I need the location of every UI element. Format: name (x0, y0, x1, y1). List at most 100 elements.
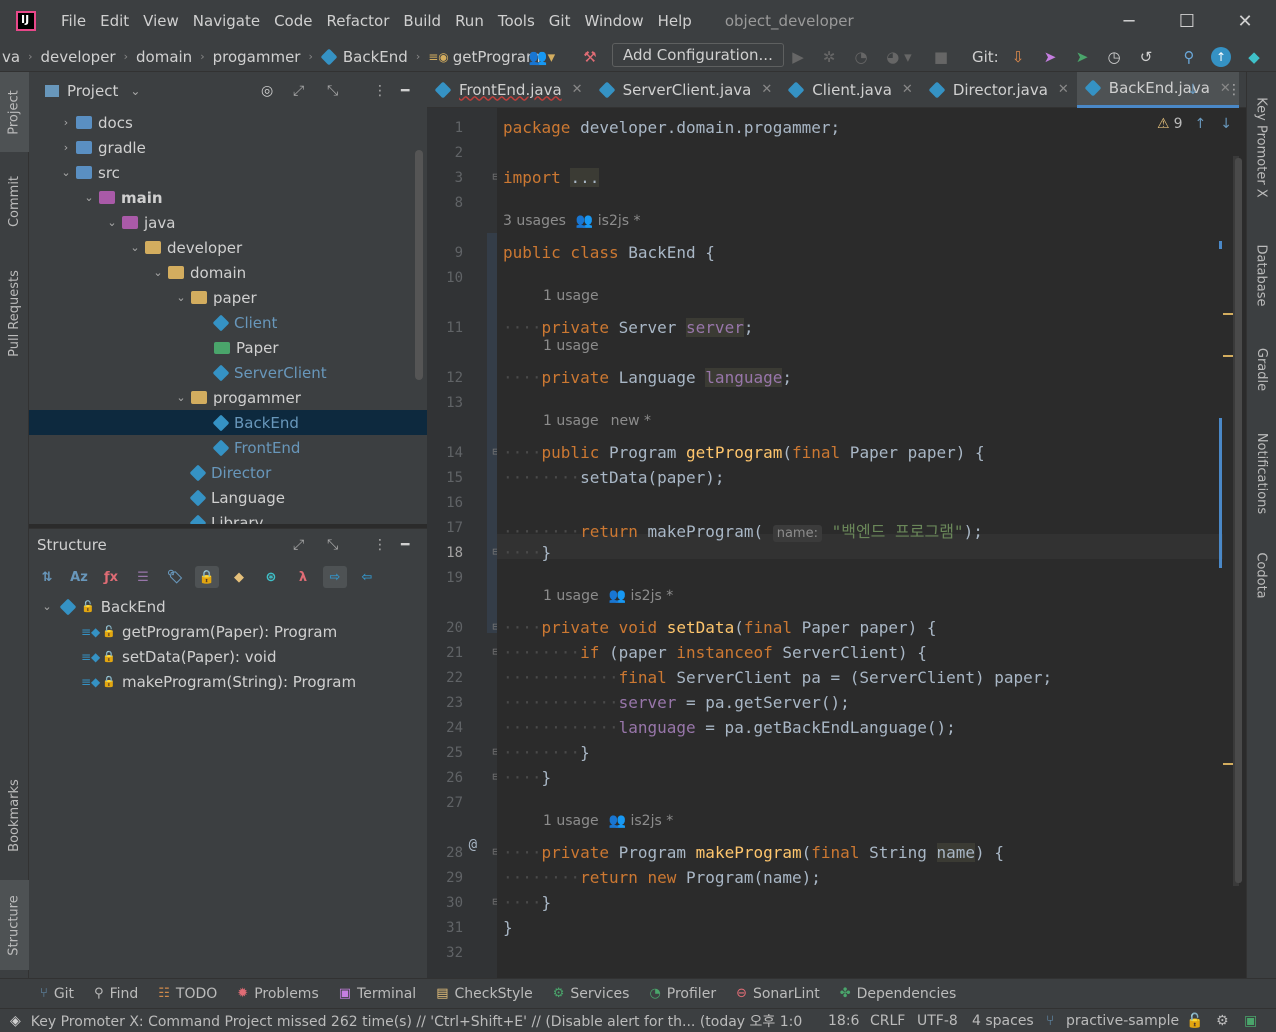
tool-codota[interactable]: Codota (1247, 540, 1276, 610)
menu-file[interactable]: File (54, 12, 93, 30)
sort-alpha-icon[interactable]: Az (67, 566, 91, 588)
locate-icon[interactable]: ◎ (261, 83, 273, 99)
tree-item[interactable]: ⌄ domain (29, 260, 427, 285)
stop-icon[interactable]: ■ (927, 44, 955, 70)
inherited-icon[interactable]: ⊛ (259, 566, 283, 588)
breadcrumb-item[interactable]: BackEnd (343, 48, 408, 66)
code-line[interactable]: ········setData(paper); (503, 468, 725, 487)
project-panel-title[interactable]: Project (67, 82, 118, 100)
tool-services[interactable]: ⚙ Services (553, 986, 630, 1002)
code-vision-hint[interactable]: 1 usage (543, 288, 599, 304)
tree-item[interactable]: Library (29, 510, 427, 524)
code-line[interactable]: ····public Program getProgram(final Pape… (503, 443, 985, 462)
code-line[interactable]: ············final ServerClient pa = (Ser… (503, 668, 1052, 687)
tool-project[interactable]: Project (0, 72, 29, 152)
debug-icon[interactable]: ✲ (815, 44, 843, 70)
users-dropdown-icon[interactable]: 👥▾ (524, 44, 560, 70)
sort-visibility-icon[interactable]: ⇅ (35, 566, 59, 588)
file-encoding[interactable]: UTF-8 (917, 1013, 958, 1029)
tree-item[interactable]: ⌄ developer (29, 235, 427, 260)
line-ending[interactable]: CRLF (870, 1013, 905, 1029)
chevron-down-icon[interactable]: ⌄ (130, 84, 140, 98)
code-vision-hint[interactable]: 3 usages 👥 is2js * (503, 213, 641, 229)
coverage-icon[interactable]: ◔ (847, 44, 875, 70)
menu-refactor[interactable]: Refactor (319, 12, 396, 30)
code-line[interactable]: ········return new Program(name); (503, 868, 821, 887)
code-line[interactable]: ········if (paper instanceof ServerClien… (503, 643, 927, 662)
tool-structure[interactable]: Structure (0, 880, 29, 970)
tab-options-icon[interactable]: ⋮ (1227, 82, 1241, 98)
close-tab-icon[interactable]: ✕ (902, 82, 913, 97)
code-line[interactable]: public class BackEnd { (503, 243, 715, 262)
breadcrumb-item[interactable]: progammer (213, 48, 301, 66)
hammer-icon[interactable]: ⚒ (576, 44, 604, 70)
lambda-icon[interactable]: λ (291, 566, 315, 588)
code-vision-hint[interactable]: 1 usage (543, 338, 599, 354)
expand-all-icon[interactable]: ⤢ (293, 83, 304, 99)
tool-gradle[interactable]: Gradle (1247, 334, 1276, 404)
minimize-button[interactable]: ─ (1100, 0, 1158, 42)
code-line[interactable]: package developer.domain.progammer; (503, 118, 840, 137)
code-line[interactable]: ····private Language language; (503, 368, 792, 387)
tool-dependencies[interactable]: ✤ Dependencies (840, 986, 957, 1002)
tree-item[interactable]: FrontEnd (29, 435, 427, 460)
status-message[interactable]: Key Promoter X: Command Project missed 2… (31, 1011, 807, 1031)
editor-tab-active[interactable]: BackEnd.java ✕ (1076, 71, 1239, 108)
tool-commit[interactable]: Commit (0, 166, 29, 236)
menu-git[interactable]: Git (542, 12, 578, 30)
expand-arrow-icon[interactable]: ⌄ (125, 241, 145, 254)
close-tab-icon[interactable]: ✕ (761, 82, 772, 97)
codota-icon[interactable]: ◆ (1240, 44, 1268, 70)
expand-arrow-icon[interactable]: ⌄ (102, 216, 122, 229)
options-icon[interactable]: ⋮ (373, 83, 387, 99)
show-members-icon[interactable]: ☰ (131, 566, 155, 588)
tool-pull-requests[interactable]: Pull Requests (0, 258, 29, 368)
tree-item[interactable]: BackEnd (29, 410, 427, 435)
tag-icon[interactable]: 🏷 (163, 566, 187, 588)
menu-code[interactable]: Code (267, 12, 319, 30)
code-line[interactable]: ····private Program makeProgram(final St… (503, 843, 1004, 862)
indent-setting[interactable]: 4 spaces (972, 1013, 1034, 1029)
tool-sonarlint[interactable]: ⊖ SonarLint (736, 986, 820, 1002)
tree-item[interactable]: Director (29, 460, 427, 485)
tree-item[interactable]: ⌄ src (29, 160, 427, 185)
git-commit-icon[interactable]: ➤ (1036, 44, 1064, 70)
git-history-icon[interactable]: ◷ (1100, 44, 1128, 70)
expand-arrow-icon[interactable]: ⌄ (79, 191, 99, 204)
code-line[interactable]: } (503, 918, 513, 937)
structure-root[interactable]: ⌄ 🔓 BackEnd (29, 594, 427, 619)
tree-item[interactable]: › docs (29, 110, 427, 135)
tree-item[interactable]: Client (29, 310, 427, 335)
structure-member[interactable]: ≡◆ 🔒 makeProgram(String): Program (29, 669, 427, 694)
code-line[interactable]: ····private Server server; (503, 318, 753, 337)
add-configuration-button[interactable]: Add Configuration... (612, 43, 784, 67)
menu-window[interactable]: Window (577, 12, 650, 30)
codota-status-icon[interactable]: ▣ (1244, 1013, 1257, 1029)
vcs-change-marker[interactable] (487, 233, 497, 633)
settings-icon[interactable]: ⚙ (1216, 1013, 1229, 1029)
menu-build[interactable]: Build (396, 12, 448, 30)
options-icon[interactable]: ⋮ (373, 537, 387, 553)
maximize-button[interactable]: ☐ (1158, 0, 1216, 42)
code-line[interactable]: ····} (503, 543, 551, 562)
hide-panel-icon[interactable]: ━ (401, 83, 409, 99)
error-stripe[interactable] (1219, 156, 1239, 978)
git-push-icon[interactable]: ➤ (1068, 44, 1096, 70)
expand-arrow-icon[interactable]: › (56, 116, 76, 129)
tool-checkstyle[interactable]: ▤ CheckStyle (436, 986, 533, 1002)
next-highlight-icon[interactable]: ↓ (1220, 116, 1232, 132)
structure-member[interactable]: ≡◆ 🔓 getProgram(Paper): Program (29, 619, 427, 644)
expand-arrow-icon[interactable]: ⌄ (148, 266, 168, 279)
run-icon[interactable]: ▶ (784, 44, 812, 70)
show-non-public-icon[interactable]: 🔒 (195, 566, 219, 588)
expand-arrow-icon[interactable]: › (56, 141, 76, 154)
annotation-marker-icon[interactable]: @ (461, 837, 477, 853)
tree-item[interactable]: ⌄ java (29, 210, 427, 235)
tool-database[interactable]: Database (1247, 230, 1276, 320)
hide-panel-icon[interactable]: ━ (401, 537, 409, 553)
tool-todo[interactable]: ☷ TODO (158, 986, 217, 1002)
editor-tab[interactable]: ServerClient.java ✕ (591, 72, 781, 108)
code-line[interactable]: ········return makeProgram( name: "백엔드 프… (503, 518, 983, 542)
expand-all-icon[interactable]: ⤢ (293, 537, 304, 553)
tree-item[interactable]: ServerClient (29, 360, 427, 385)
